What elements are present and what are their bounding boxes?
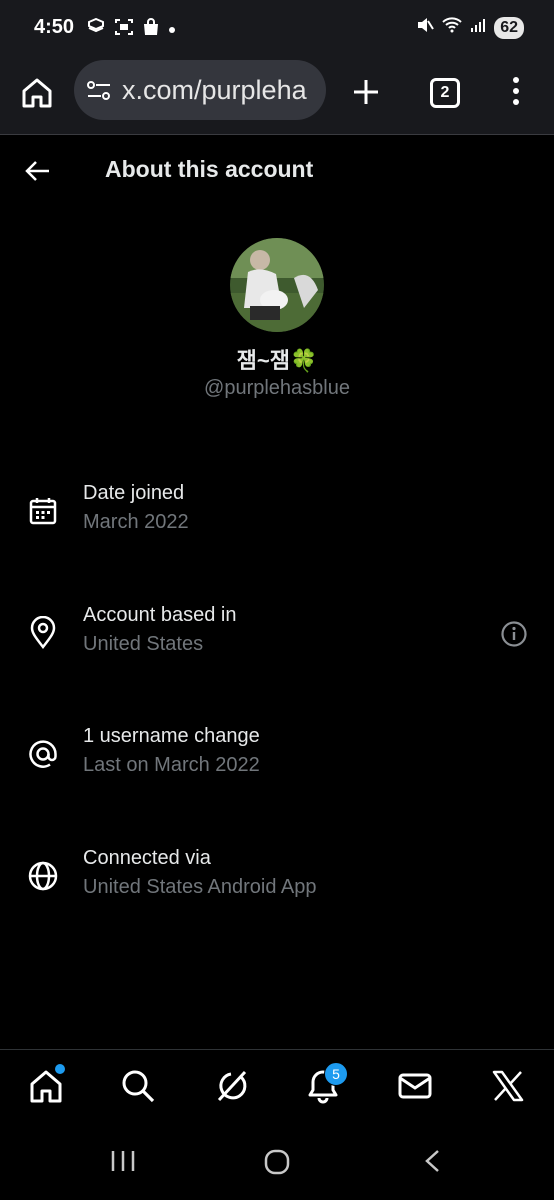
tab-switcher-button[interactable]: 2 [430, 78, 460, 108]
address-bar[interactable]: x.com/purpleha [74, 60, 326, 120]
signal-icon [470, 17, 486, 38]
info-label: Account based in [83, 604, 237, 626]
status-system-icons: 62 [416, 16, 524, 39]
info-value: United States Android App [83, 876, 317, 898]
info-value: United States [83, 633, 204, 655]
chevron-left-icon [425, 1150, 439, 1172]
dot-icon [168, 21, 176, 39]
info-row-account-based-in: Account based in United States [0, 602, 554, 672]
status-notification-icons [86, 17, 176, 41]
back-button[interactable] [22, 156, 54, 186]
browser-menu-button[interactable] [506, 74, 526, 108]
globe-icon [26, 859, 60, 893]
battery-indicator: 62 [494, 16, 524, 39]
display-name: 잼~잼🍀 [236, 348, 318, 373]
screenshot-icon [114, 18, 134, 41]
mute-icon [416, 16, 435, 39]
avatar-photo [230, 238, 324, 332]
x-logo-icon[interactable] [490, 1068, 526, 1104]
info-row-username-change: 1 username change Last on March 2022 [0, 723, 554, 793]
info-label: 1 username change [83, 725, 260, 747]
new-tab-button[interactable] [350, 76, 382, 108]
status-time: 4:50 [34, 16, 75, 38]
android-home-button[interactable] [263, 1148, 291, 1181]
app-notification-icon [86, 17, 106, 41]
grok-icon[interactable] [213, 1068, 249, 1104]
calendar-icon [26, 494, 60, 528]
plus-icon [354, 80, 378, 104]
info-label: Connected via [83, 847, 211, 869]
location-pin-icon [26, 615, 60, 650]
android-navigation-bar [0, 1130, 554, 1200]
browser-toolbar: x.com/purpleha 2 [0, 56, 554, 135]
at-sign-icon [26, 737, 60, 771]
notifications-badge: 5 [324, 1062, 348, 1086]
home-unread-dot [55, 1064, 65, 1074]
home-outline-icon [22, 78, 52, 108]
arrow-left-icon [25, 161, 49, 181]
messages-icon[interactable] [397, 1068, 433, 1104]
info-value: March 2022 [83, 511, 189, 533]
user-handle: @purplehasblue [204, 377, 350, 399]
info-row-date-joined: Date joined March 2022 [0, 480, 554, 550]
info-circle-icon[interactable] [500, 620, 528, 648]
wifi-icon [442, 17, 462, 38]
info-value: Last on March 2022 [83, 754, 260, 776]
bottom-navigation: 5 [0, 1049, 554, 1130]
status-bar: 4:50 62 [0, 0, 554, 56]
info-label: Date joined [83, 482, 185, 504]
url-text[interactable]: x.com/purpleha [122, 75, 307, 106]
home-square-icon [264, 1149, 290, 1175]
more-vertical-icon [513, 77, 519, 105]
browser-home-button[interactable] [20, 76, 54, 110]
recent-apps-icon [111, 1151, 135, 1171]
search-icon[interactable] [120, 1068, 156, 1104]
avatar[interactable] [230, 238, 324, 332]
recent-apps-button[interactable] [110, 1148, 136, 1179]
site-settings-icon[interactable] [86, 80, 112, 107]
shopping-bag-icon [142, 18, 160, 41]
page-title: About this account [105, 156, 314, 182]
android-back-button[interactable] [420, 1148, 446, 1179]
info-row-connected-via: Connected via United States Android App [0, 845, 554, 915]
